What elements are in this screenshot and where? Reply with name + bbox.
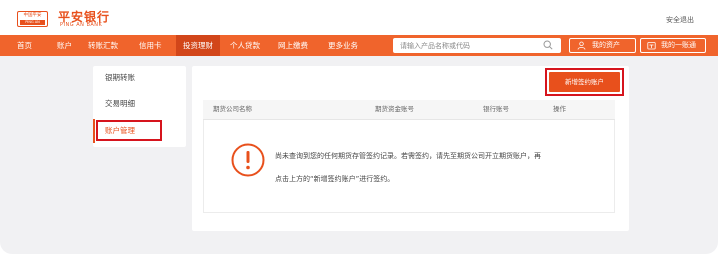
side-menu-item-transaction-details[interactable]: 交易明细 <box>93 92 186 116</box>
nav-item-home[interactable]: 首页 <box>17 35 32 56</box>
logout-link[interactable]: 安全退出 <box>666 15 694 25</box>
side-menu-item-bank-futures-transfer[interactable]: 银期转账 <box>93 66 186 90</box>
my-assets-label: 我的资产 <box>592 41 620 49</box>
my-assets-button[interactable]: 我的资产 <box>569 38 636 53</box>
main-nav: 首页 账户 转账汇款 信用卡 投资理财 个人贷款 网上缴费 更多业务 我的资产 … <box>0 35 718 56</box>
side-menu-item-label: 银期转账 <box>105 73 135 82</box>
wallet-icon <box>647 42 656 50</box>
side-menu: 银期转账 交易明细 账户管理 <box>93 66 186 147</box>
column-header-futures-company: 期货公司名称 <box>213 105 252 113</box>
column-header-bank-account: 银行账号 <box>483 105 509 113</box>
nav-item-personal-loan[interactable]: 个人贷款 <box>230 35 260 56</box>
column-header-futures-fund-account: 期货资金账号 <box>375 105 414 113</box>
ping-an-logo: 中国平安 PING AN <box>17 11 48 27</box>
logo-mark-bottom: PING AN <box>20 20 45 25</box>
nav-item-credit-card[interactable]: 信用卡 <box>139 35 162 56</box>
nav-item-more[interactable]: 更多业务 <box>328 35 358 56</box>
nav-item-transfer[interactable]: 转账汇款 <box>88 35 118 56</box>
search-input[interactable] <box>400 38 540 53</box>
table-header: 期货公司名称 期货资金账号 银行账号 操作 <box>203 100 615 120</box>
side-menu-item-label: 账户管理 <box>105 126 135 135</box>
side-menu-item-account-management[interactable]: 账户管理 <box>93 119 186 143</box>
new-signing-account-button[interactable]: 新增签约账户 <box>549 72 620 92</box>
my-account-label: 我的一账通 <box>661 41 696 49</box>
nav-item-bill-pay[interactable]: 网上缴费 <box>278 35 308 56</box>
search-icon[interactable] <box>543 40 553 50</box>
column-header-actions: 操作 <box>553 105 566 113</box>
top-header: 中国平安 PING AN 平安银行 PING AN BANK 安全退出 <box>0 0 718 35</box>
logo-mark-top: 中国平安 <box>23 13 42 18</box>
side-menu-item-label: 交易明细 <box>105 99 135 108</box>
my-account-button[interactable]: 我的一账通 <box>640 38 706 53</box>
product-search <box>393 38 561 53</box>
nav-item-account[interactable]: 账户 <box>57 35 72 56</box>
bank-name-en: PING AN BANK <box>60 22 103 28</box>
empty-message-line2: 点击上方的“新增签约账户”进行签约。 <box>275 175 395 183</box>
warning-icon <box>231 143 265 177</box>
nav-item-investment[interactable]: 投资理财 <box>176 35 220 56</box>
user-icon <box>577 41 586 50</box>
empty-message-line1: 尚未查询到您的任何期货存管签约记录。若需签约，请先至期货公司开立期货账户，再 <box>275 152 541 160</box>
